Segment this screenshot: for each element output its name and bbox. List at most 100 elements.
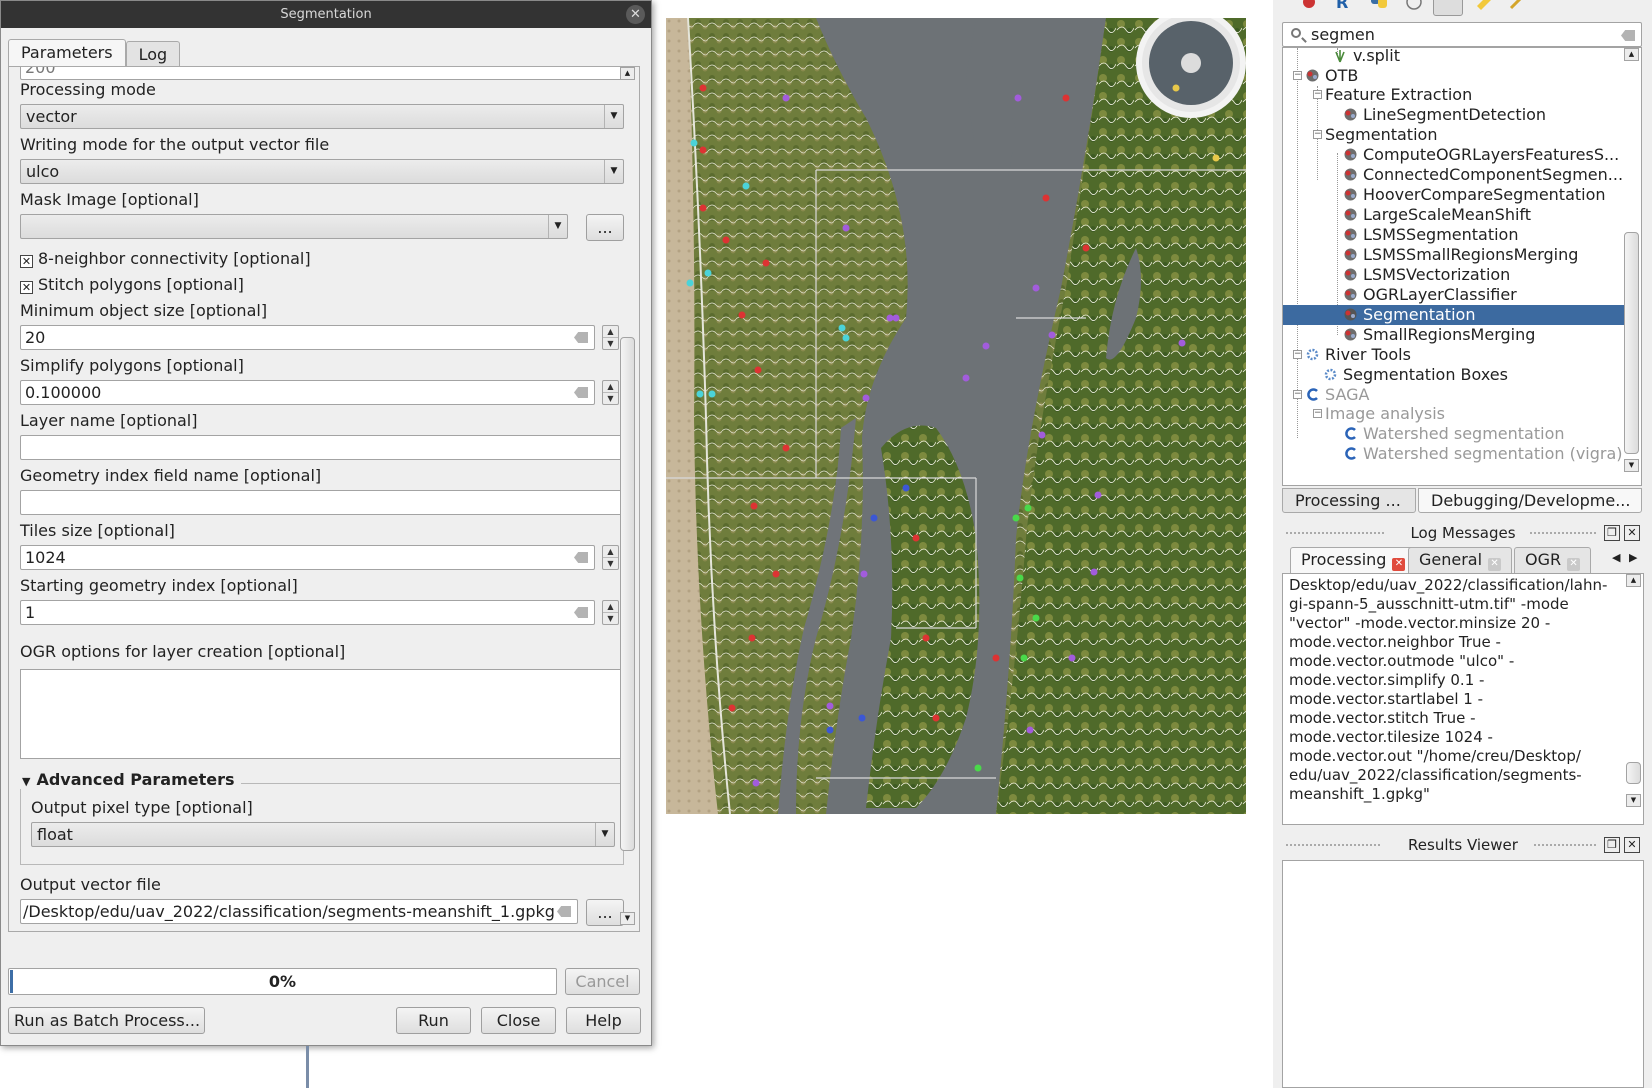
log-messages-header[interactable]: Log Messages ❐ ✕ xyxy=(1282,522,1644,544)
tree-item-lsms-small-regions[interactable]: LSMSSmallRegionsMerging xyxy=(1343,245,1578,265)
tree-item-watershed[interactable]: Watershed segmentation xyxy=(1343,424,1565,444)
processing-mode-select[interactable]: vector ▼ xyxy=(20,104,624,129)
mask-image-browse-button[interactable]: ... xyxy=(586,214,624,241)
scroll-down-icon[interactable]: ▼ xyxy=(1626,794,1641,807)
log-scrollbar[interactable]: ▲ ▼ xyxy=(1626,574,1643,824)
scroll-up-icon[interactable]: ▲ xyxy=(1626,574,1641,587)
edit-icon[interactable] xyxy=(1473,0,1495,16)
writing-mode-select[interactable]: ulco ▼ xyxy=(20,159,624,184)
min-object-size-stepper[interactable]: ▲ ▼ xyxy=(602,325,619,350)
tab-scroll-left-icon[interactable]: ◀ xyxy=(1612,551,1620,564)
tree-item-v-split[interactable]: v.split xyxy=(1333,48,1400,66)
start-index-field[interactable]: 1 xyxy=(20,600,595,625)
models-icon[interactable] xyxy=(1298,0,1320,16)
neighbor-checkbox[interactable]: ✕ xyxy=(20,255,33,268)
collapse-feature-extraction-icon[interactable]: − xyxy=(1313,90,1322,99)
tab-log-ogr[interactable]: OGR ✕ xyxy=(1514,547,1592,573)
output-file-field[interactable]: /Desktop/edu/uav_2022/classification/seg… xyxy=(20,899,578,924)
clear-icon[interactable] xyxy=(574,332,588,343)
clear-icon[interactable] xyxy=(574,552,588,563)
float-panel-icon[interactable]: ❐ xyxy=(1604,837,1620,853)
log-text-area[interactable]: Desktop/edu/uav_2022/classification/lahn… xyxy=(1282,573,1644,825)
tree-item-compute-ogr[interactable]: ComputeOGRLayersFeaturesS... xyxy=(1343,145,1619,165)
clear-icon[interactable] xyxy=(557,906,571,917)
results-toggle-icon[interactable] xyxy=(1433,0,1463,16)
clear-icon[interactable] xyxy=(1621,30,1635,41)
float-panel-icon[interactable]: ❐ xyxy=(1604,525,1620,541)
tree-item-small-regions-merging[interactable]: SmallRegionsMerging xyxy=(1343,325,1535,345)
tree-item-line-segment-detection[interactable]: LineSegmentDetection xyxy=(1343,105,1546,125)
stitch-checkbox[interactable]: ✕ xyxy=(20,281,33,294)
tree-scrollbar[interactable]: ▲ ▼ xyxy=(1624,48,1641,485)
min-object-size-field[interactable]: 20 xyxy=(20,325,595,350)
tree-item-segmentation-group[interactable]: Segmentation xyxy=(1325,125,1437,145)
map-canvas[interactable] xyxy=(666,18,1246,814)
tiles-size-field[interactable]: 1024 xyxy=(20,545,595,570)
layer-name-field[interactable] xyxy=(20,435,624,460)
tree-item-connected-component[interactable]: ConnectedComponentSegmen... xyxy=(1343,165,1623,185)
start-index-stepper[interactable]: ▲ ▼ xyxy=(602,600,619,625)
tab-processing-toolbox[interactable]: Processing ... xyxy=(1282,488,1416,513)
scroll-down-icon[interactable]: ▼ xyxy=(620,912,635,925)
collapse-river-tools-icon[interactable]: − xyxy=(1293,350,1302,359)
clear-icon[interactable] xyxy=(574,387,588,398)
mask-image-select[interactable]: ▼ xyxy=(20,214,568,239)
tree-item-river-tools[interactable]: River Tools xyxy=(1305,345,1411,365)
tree-item-hoover-compare[interactable]: HooverCompareSegmentation xyxy=(1343,185,1606,205)
python-icon[interactable] xyxy=(1368,0,1390,16)
clear-icon[interactable] xyxy=(574,607,588,618)
tab-scroll-right-icon[interactable]: ▶ xyxy=(1629,551,1637,564)
tree-item-segmentation-boxes[interactable]: Segmentation Boxes xyxy=(1323,365,1508,385)
r-icon[interactable]: R xyxy=(1333,0,1355,16)
scroll-up-icon[interactable]: ▲ xyxy=(620,67,635,80)
tree-item-watershed-vigra[interactable]: Watershed segmentation (vigra) xyxy=(1343,444,1623,464)
results-viewer-area[interactable] xyxy=(1282,860,1644,1088)
tree-item-ogr-layer-classifier[interactable]: OGRLayerClassifier xyxy=(1343,285,1517,305)
tree-item-lsms-vectorization[interactable]: LSMSVectorization xyxy=(1343,265,1510,285)
tree-scroll-thumb[interactable] xyxy=(1624,232,1639,454)
parameters-scrollbar[interactable]: ▲ ▼ xyxy=(620,67,637,931)
collapse-image-analysis-icon[interactable]: − xyxy=(1313,409,1322,418)
close-panel-icon[interactable]: ✕ xyxy=(1624,525,1640,541)
simplify-field[interactable]: 0.100000 xyxy=(20,380,595,405)
dialog-titlebar[interactable]: Segmentation ✕ xyxy=(1,1,651,28)
collapse-segmentation-icon[interactable]: − xyxy=(1313,130,1322,139)
stitch-checkbox-row[interactable]: ✕ Stitch polygons [optional] xyxy=(20,275,244,294)
close-button[interactable]: Close xyxy=(481,1007,556,1034)
pixel-type-select[interactable]: float ▼ xyxy=(31,822,615,847)
run-button[interactable]: Run xyxy=(396,1007,471,1034)
tree-item-otb[interactable]: OTB xyxy=(1305,66,1358,86)
close-panel-icon[interactable]: ✕ xyxy=(1624,837,1640,853)
tiles-size-stepper[interactable]: ▲ ▼ xyxy=(602,545,619,570)
close-tab-icon[interactable]: ✕ xyxy=(1488,558,1502,571)
tree-item-large-scale-meanshift[interactable]: LargeScaleMeanShift xyxy=(1343,205,1531,225)
tree-item-saga[interactable]: SAGA xyxy=(1305,385,1369,405)
results-viewer-header[interactable]: Results Viewer ❐ ✕ xyxy=(1282,834,1644,856)
collapse-otb-icon[interactable]: − xyxy=(1293,71,1302,80)
clipped-field[interactable]: 200 xyxy=(20,67,624,80)
run-batch-button[interactable]: Run as Batch Process... xyxy=(8,1007,205,1034)
toolbox-tree[interactable]: v.split − OTB − Feature Extraction LineS… xyxy=(1282,47,1642,486)
toolbox-search-input[interactable]: segmen xyxy=(1282,22,1642,47)
collapse-saga-icon[interactable]: − xyxy=(1293,390,1302,399)
geometry-index-field[interactable] xyxy=(20,490,624,515)
tree-item-segmentation[interactable]: Segmentation xyxy=(1283,305,1625,325)
help-button[interactable]: Help xyxy=(566,1007,641,1034)
advanced-parameters-toggle[interactable]: ▼ Advanced Parameters xyxy=(20,770,241,789)
tab-log-general[interactable]: General ✕ xyxy=(1408,547,1513,573)
close-tab-icon[interactable]: ✕ xyxy=(1392,558,1406,571)
tab-debugging[interactable]: Debugging/Developme... xyxy=(1418,488,1642,513)
tab-log-processing[interactable]: Processing ✕ xyxy=(1290,547,1417,573)
simplify-stepper[interactable]: ▲ ▼ xyxy=(602,380,619,405)
scroll-down-icon[interactable]: ▼ xyxy=(1624,459,1639,472)
scroll-thumb[interactable] xyxy=(620,337,635,851)
output-browse-button[interactable]: ... xyxy=(586,899,624,926)
scroll-up-icon[interactable]: ▲ xyxy=(1624,48,1639,61)
log-scroll-thumb[interactable] xyxy=(1626,762,1641,784)
neighbor-checkbox-row[interactable]: ✕ 8-neighbor connectivity [optional] xyxy=(20,249,311,268)
tree-item-feature-extraction[interactable]: Feature Extraction xyxy=(1325,85,1472,105)
cancel-button[interactable]: Cancel xyxy=(565,968,640,995)
history-icon[interactable] xyxy=(1403,0,1425,16)
tree-item-lsms-segmentation[interactable]: LSMSSegmentation xyxy=(1343,225,1518,245)
tree-item-image-analysis[interactable]: Image analysis xyxy=(1325,404,1445,424)
